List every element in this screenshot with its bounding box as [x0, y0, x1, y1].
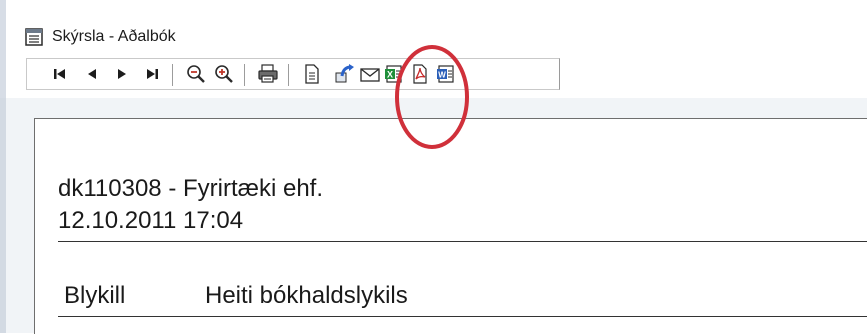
print-button[interactable]: [256, 62, 280, 86]
zoom-in-icon: [215, 65, 233, 83]
highlight-circle: [395, 45, 469, 149]
document-icon: [305, 64, 319, 84]
zoom-out-button[interactable]: [184, 62, 208, 86]
report-company-line: dk110308 - Fyrirtæki ehf.: [58, 175, 323, 202]
email-button[interactable]: [358, 62, 382, 86]
next-page-icon: [118, 69, 126, 79]
report-datetime: 12.10.2011 17:04: [58, 207, 244, 234]
last-page-button[interactable]: [140, 62, 164, 86]
last-page-icon: [147, 69, 158, 79]
column-header-account-name: Heiti bókhaldslykils: [205, 282, 408, 309]
window-title: Skýrsla - Aðalbók: [52, 28, 176, 45]
report-window-icon: [25, 28, 43, 46]
export-icon: [335, 64, 354, 83]
previous-page-icon: [88, 69, 96, 79]
toolbar-frame: [26, 58, 560, 90]
printer-icon: [258, 64, 278, 83]
column-header-account: Blykill: [64, 282, 126, 309]
toolbar-separator: [288, 64, 289, 86]
column-header-divider: [58, 316, 867, 317]
report-window: Skýrsla - Aðalbók X W dk110308 - Fyrirtæ…: [0, 0, 867, 334]
next-page-button[interactable]: [110, 62, 134, 86]
page-setup-button[interactable]: [300, 62, 324, 86]
zoom-out-icon: [187, 65, 205, 83]
toolbar-separator: [244, 64, 245, 86]
envelope-icon: [360, 68, 380, 82]
export-button[interactable]: [332, 62, 356, 86]
zoom-in-button[interactable]: [212, 62, 236, 86]
header-divider: [58, 241, 867, 242]
previous-page-button[interactable]: [80, 62, 104, 86]
first-page-icon: [54, 69, 65, 79]
first-page-button[interactable]: [48, 62, 72, 86]
toolbar-separator: [172, 64, 173, 86]
